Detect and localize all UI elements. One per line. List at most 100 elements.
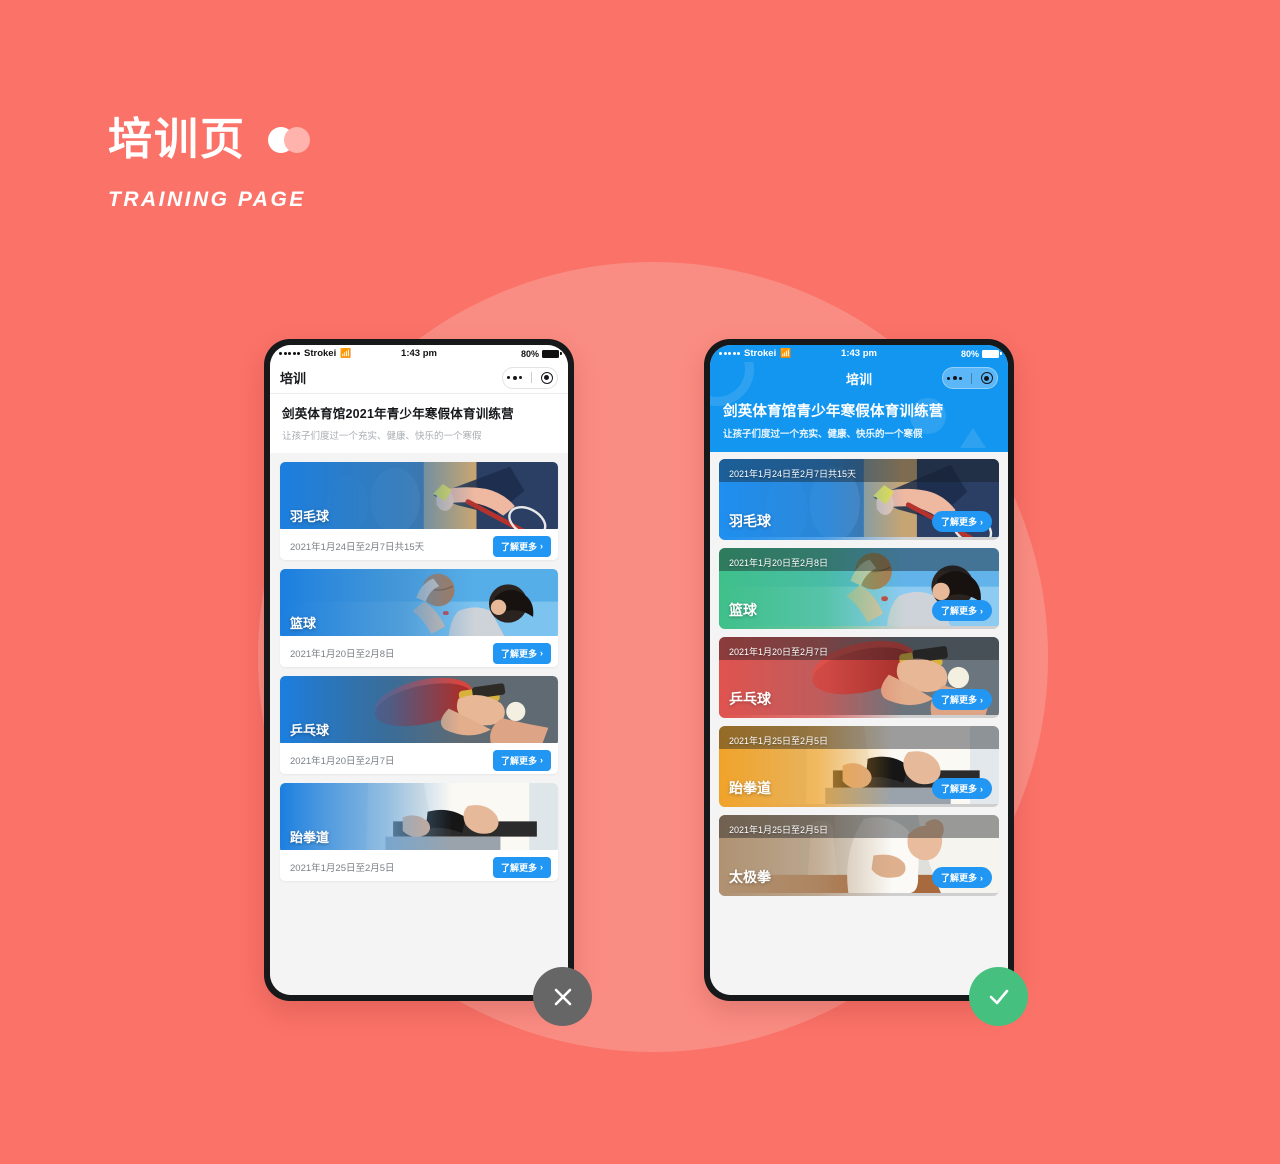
learn-more-button[interactable]: 了解更多 ›	[492, 749, 551, 771]
chevron-right-icon: ›	[540, 755, 543, 765]
learn-more-button[interactable]: 了解更多 ›	[931, 867, 992, 888]
learn-more-label: 了解更多	[500, 862, 537, 873]
approve-button[interactable]	[969, 967, 1028, 1026]
learn-more-label: 了解更多	[500, 541, 537, 552]
learn-more-label: 了解更多	[940, 873, 977, 883]
chevron-right-icon: ›	[980, 783, 983, 794]
status-bar-time: 1:43 pm	[841, 348, 877, 359]
hero-title: 剑英体育馆青少年寒假体育训练营	[723, 404, 944, 420]
nav-bar-left: 培训	[270, 362, 568, 394]
course-card[interactable]: 2021年1月20日至2月7日 乒乓球 了解更多 ›	[719, 637, 999, 718]
phone-mockup-right: Strokei 📶 1:43 pm 80% 培训 剑英体育馆青少年寒假体育训练营…	[704, 339, 1014, 1001]
course-date: 2021年1月20日至2月7日	[290, 756, 395, 767]
learn-more-label: 了解更多	[940, 784, 977, 794]
learn-more-button[interactable]: 了解更多 ›	[931, 689, 992, 710]
battery-icon	[542, 349, 562, 358]
course-list-left[interactable]: 羽毛球 2021年1月24日至2月7日共15天 了解更多 › 篮球 2021年1…	[270, 453, 568, 995]
nav-bar-right: 培训	[710, 362, 1008, 394]
hero-right: 培训 剑英体育馆青少年寒假体育训练营 让孩子们度过一个充实、健康、快乐的一个寒假	[710, 362, 1008, 452]
course-image: 篮球	[280, 569, 558, 639]
chevron-right-icon: ›	[540, 862, 543, 872]
course-name: 跆拳道	[729, 780, 771, 796]
nav-title: 培训	[280, 371, 307, 386]
hero-title: 剑英体育馆2021年青少年寒假体育训练营	[282, 407, 514, 421]
decorative-dots	[268, 127, 312, 153]
course-card[interactable]: 2021年1月20日至2月8日 篮球 了解更多 ›	[719, 548, 999, 629]
course-list-right[interactable]: 2021年1月24日至2月7日共15天 羽毛球 了解更多 › 2021年1月20…	[710, 452, 1008, 995]
course-name: 太极拳	[729, 869, 771, 885]
phone-mockup-left: Strokei 📶 1:43 pm 80% 培训 剑英体育馆2021年青少年寒假…	[264, 339, 574, 1001]
course-card[interactable]: 2021年1月25日至2月5日 跆拳道 了解更多 ›	[719, 726, 999, 807]
course-date: 2021年1月25日至2月5日	[290, 863, 395, 874]
capsule-divider	[530, 372, 532, 383]
basketball-photo	[280, 569, 558, 637]
course-name: 乒乓球	[290, 723, 330, 738]
chevron-right-icon: ›	[980, 516, 983, 527]
chevron-right-icon: ›	[540, 541, 543, 551]
page-heading: 培训页 TRAINING PAGE	[108, 118, 312, 212]
dot-pink-icon	[284, 127, 310, 153]
course-card[interactable]: 跆拳道 2021年1月25日至2月5日 了解更多 ›	[280, 783, 558, 881]
course-name: 跆拳道	[290, 830, 330, 845]
course-footer: 2021年1月24日至2月7日共15天 了解更多 ›	[280, 532, 558, 560]
course-footer: 2021年1月20日至2月7日 了解更多 ›	[280, 746, 558, 774]
course-image: 跆拳道	[280, 783, 558, 853]
chevron-right-icon: ›	[980, 872, 983, 883]
status-bar-left: Strokei 📶 1:43 pm 80%	[270, 345, 568, 362]
learn-more-button[interactable]: 了解更多 ›	[931, 778, 992, 799]
reject-button[interactable]	[533, 967, 592, 1026]
course-card[interactable]: 2021年1月24日至2月7日共15天 羽毛球 了解更多 ›	[719, 459, 999, 540]
page-subtitle: TRAINING PAGE	[108, 188, 306, 211]
course-date: 2021年1月20日至2月8日	[729, 558, 829, 568]
course-date: 2021年1月24日至2月7日共15天	[729, 469, 857, 479]
learn-more-label: 了解更多	[940, 695, 977, 705]
more-dots-icon[interactable]	[947, 376, 963, 380]
course-card[interactable]: 2021年1月25日至2月5日 太极拳 了解更多 ›	[719, 815, 999, 896]
course-name: 篮球	[729, 602, 757, 618]
miniprogram-capsule-right[interactable]	[942, 367, 998, 389]
more-dots-icon[interactable]	[507, 375, 523, 380]
course-card[interactable]: 乒乓球 2021年1月20日至2月7日 了解更多 ›	[280, 676, 558, 774]
learn-more-button[interactable]: 了解更多 ›	[492, 642, 551, 664]
course-image: 乒乓球	[280, 676, 558, 746]
phone-screen-left: Strokei 📶 1:43 pm 80% 培训 剑英体育馆2021年青少年寒假…	[270, 345, 568, 995]
hero-subtitle: 让孩子们度过一个充实、健康、快乐的一个寒假	[282, 431, 482, 442]
learn-more-button[interactable]: 了解更多 ›	[931, 600, 992, 621]
course-date: 2021年1月25日至2月5日	[729, 825, 829, 835]
capsule-divider	[970, 372, 972, 384]
chevron-right-icon: ›	[540, 648, 543, 658]
check-icon	[989, 989, 1008, 1004]
hero-left: 剑英体育馆2021年青少年寒假体育训练营 让孩子们度过一个充实、健康、快乐的一个…	[270, 394, 568, 453]
phone-screen-right: Strokei 📶 1:43 pm 80% 培训 剑英体育馆青少年寒假体育训练营…	[710, 345, 1008, 995]
battery-icon	[982, 349, 1002, 358]
course-name: 羽毛球	[729, 513, 771, 529]
learn-more-label: 了解更多	[500, 648, 537, 659]
course-date: 2021年1月25日至2月5日	[729, 736, 829, 746]
course-footer: 2021年1月25日至2月5日 了解更多 ›	[280, 853, 558, 881]
course-name: 乒乓球	[729, 691, 771, 707]
learn-more-button[interactable]: 了解更多 ›	[931, 511, 992, 532]
learn-more-button[interactable]: 了解更多 ›	[492, 856, 551, 878]
course-card[interactable]: 羽毛球 2021年1月24日至2月7日共15天 了解更多 ›	[280, 462, 558, 560]
course-name: 羽毛球	[290, 509, 330, 524]
course-date: 2021年1月20日至2月7日	[729, 647, 829, 657]
course-image: 羽毛球	[280, 462, 558, 532]
miniprogram-capsule-left[interactable]	[502, 366, 558, 389]
target-circle-icon[interactable]	[540, 371, 553, 384]
learn-more-label: 了解更多	[940, 517, 977, 527]
target-circle-icon[interactable]	[980, 372, 993, 384]
close-icon	[554, 988, 571, 1005]
course-footer: 2021年1月20日至2月8日 了解更多 ›	[280, 639, 558, 667]
hero-subtitle: 让孩子们度过一个充实、健康、快乐的一个寒假	[723, 429, 923, 440]
status-bar-time: 1:43 pm	[401, 348, 437, 359]
course-card[interactable]: 篮球 2021年1月20日至2月8日 了解更多 ›	[280, 569, 558, 667]
learn-more-label: 了解更多	[940, 606, 977, 616]
page-title: 培训页	[108, 115, 246, 164]
course-date: 2021年1月20日至2月8日	[290, 649, 395, 660]
chevron-right-icon: ›	[980, 694, 983, 705]
chevron-right-icon: ›	[980, 605, 983, 616]
status-bar-right: Strokei 📶 1:43 pm 80%	[710, 345, 1008, 362]
course-name: 篮球	[290, 616, 317, 631]
course-date: 2021年1月24日至2月7日共15天	[290, 542, 425, 553]
learn-more-button[interactable]: 了解更多 ›	[492, 535, 551, 557]
